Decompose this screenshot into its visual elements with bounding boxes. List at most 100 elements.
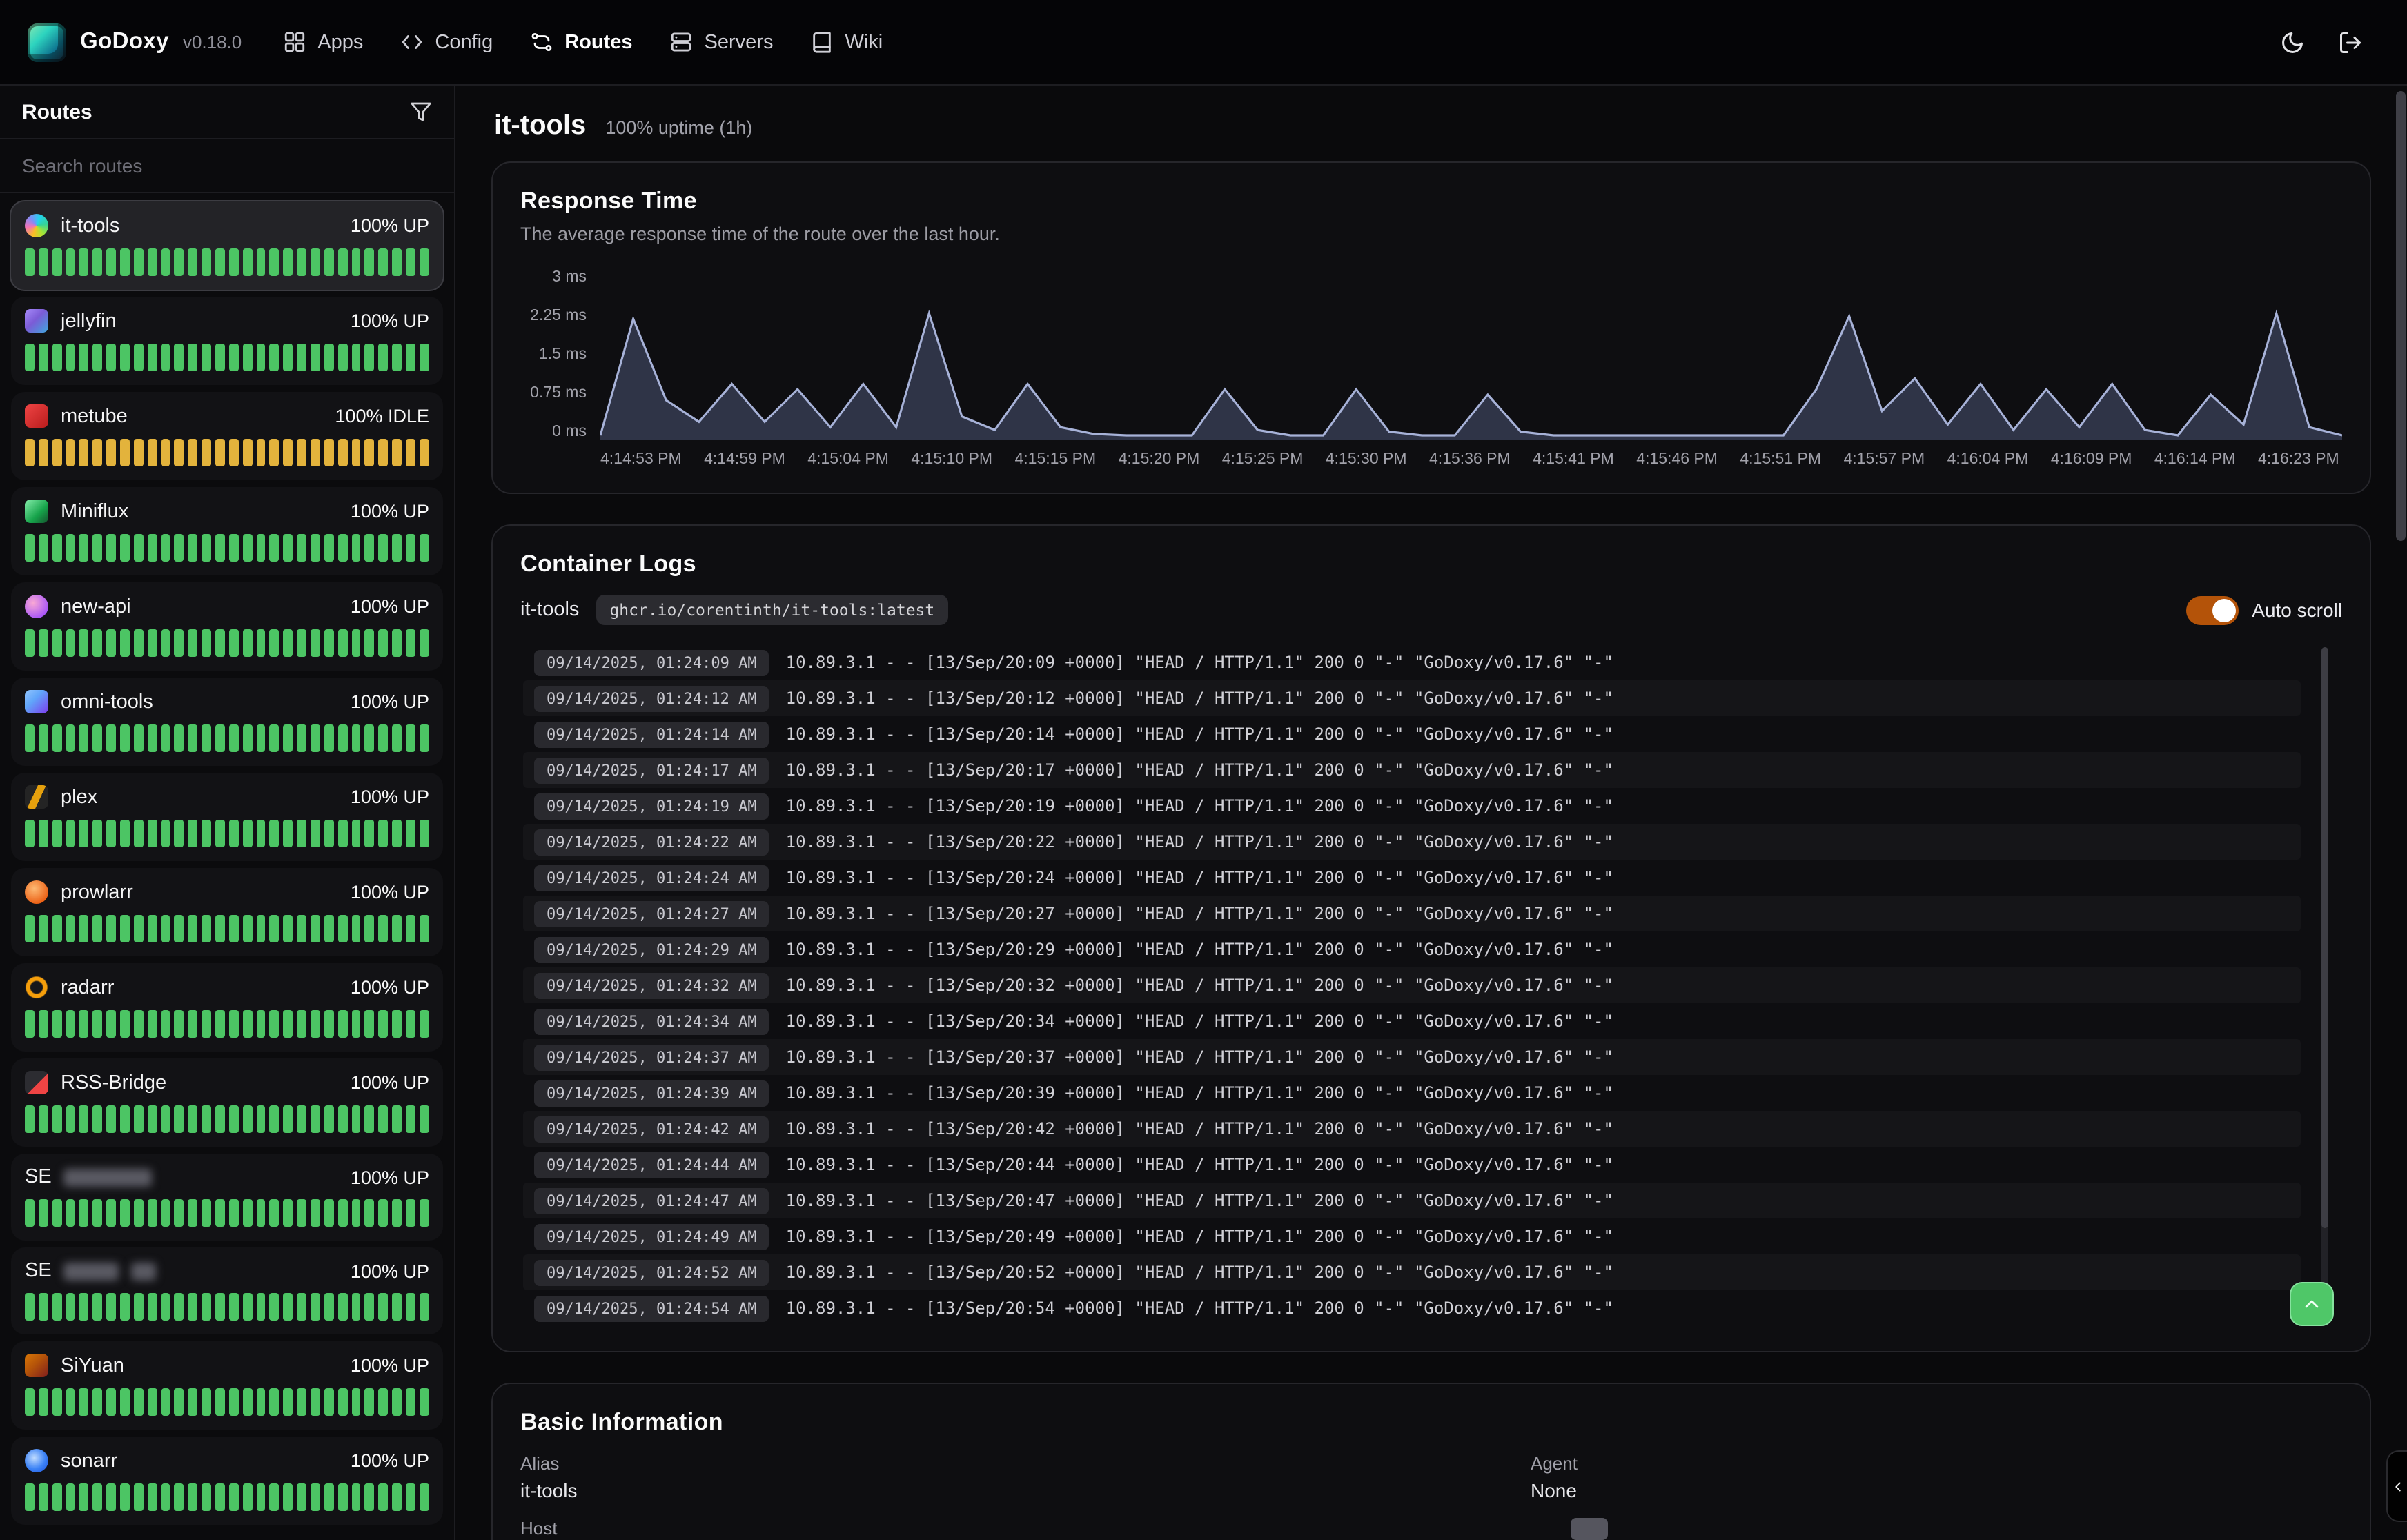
uptime-bar [243, 248, 253, 276]
sidebar-item-prowlarr[interactable]: prowlarr 100% UP [11, 868, 443, 956]
log-timestamp: 09/14/2025, 01:24:27 AM [534, 900, 769, 927]
logout-icon[interactable] [2338, 30, 2363, 55]
uptime-bar [243, 534, 253, 562]
uptime-bar [406, 820, 415, 847]
uptime-bar [215, 820, 225, 847]
uptime-bar [324, 1483, 334, 1511]
uptime-bar [215, 1483, 225, 1511]
page-scrollbar-thumb[interactable] [2396, 91, 2406, 541]
filter-icon[interactable] [410, 101, 432, 123]
uptime-bar [270, 820, 279, 847]
sidebar-item-jellyfin[interactable]: jellyfin 100% UP [11, 297, 443, 385]
sidebar-item-sonarr[interactable]: sonarr 100% UP [11, 1437, 443, 1525]
uptime-bars [25, 1010, 429, 1038]
logs-route-name: it-tools [520, 599, 579, 621]
sidebar-item-miniflux[interactable]: Miniflux 100% UP [11, 487, 443, 575]
uptime-bar [79, 1105, 89, 1133]
uptime-bar [188, 1199, 198, 1227]
response-time-card: Response Time The average response time … [491, 161, 2371, 494]
uptime-bar [365, 629, 375, 657]
nav-item-apps[interactable]: Apps [283, 30, 363, 54]
dark-mode-toggle-moon-icon[interactable] [2280, 30, 2305, 55]
field-value: None [1531, 1479, 2342, 1501]
uptime-bar [175, 439, 184, 466]
uptime-bar [284, 344, 293, 371]
uptime-bar [243, 1388, 253, 1416]
sidebar-item-siyuan[interactable]: SiYuan 100% UP [11, 1341, 443, 1430]
page-title: it-tools [494, 110, 586, 142]
page-header: it-tools 100% uptime (1h) [494, 110, 2371, 142]
uptime-bar [66, 534, 75, 562]
logs-scrollbar-thumb[interactable] [2321, 647, 2328, 1229]
uptime-bar [324, 1293, 334, 1321]
sidebar-item-new-api[interactable]: new-api 100% UP [11, 582, 443, 671]
uptime-bar [215, 1105, 225, 1133]
uptime-bar [79, 1293, 89, 1321]
uptime-bar [351, 1388, 361, 1416]
log-row: 09/14/2025, 01:24:54 AM 10.89.3.1 - - [1… [523, 1290, 2301, 1326]
uptime-bar [39, 248, 48, 276]
nav-item-routes[interactable]: Routes [530, 30, 632, 54]
metube-favicon [25, 404, 48, 428]
brand-name: GoDoxy [80, 29, 169, 55]
uptime-bar [93, 1293, 103, 1321]
uptime-bar [202, 915, 211, 942]
log-message: 10.89.3.1 - - [13/Sep/20:34 +0000] "HEAD… [786, 1011, 1613, 1031]
uptime-bar [39, 344, 48, 371]
uptime-bar [66, 1199, 75, 1227]
uptime-bar [202, 1105, 211, 1133]
scroll-to-top-button[interactable] [2290, 1282, 2334, 1326]
sidebar-item-rss-bridge[interactable]: RSS-Bridge 100% UP [11, 1058, 443, 1147]
uptime-bar [229, 439, 239, 466]
version-label: v0.18.0 [183, 32, 242, 52]
sidebar-item-it-tools[interactable]: it-tools 100% UP [11, 201, 443, 290]
log-timestamp: 09/14/2025, 01:24:34 AM [534, 1008, 769, 1034]
nav-item-config[interactable]: Config [400, 30, 493, 54]
redacted-route-name [132, 1262, 157, 1280]
it-tools-favicon [25, 214, 48, 237]
sidebar-item-plex[interactable]: plex 100% UP [11, 773, 443, 861]
route-name: sonarr [61, 1450, 117, 1472]
uptime-bar [215, 248, 225, 276]
log-message: 10.89.3.1 - - [13/Sep/20:17 +0000] "HEAD… [786, 760, 1613, 780]
uptime-bar [25, 534, 35, 562]
sidebar-item-se[interactable]: SE 100% UP [11, 1154, 443, 1241]
uptime-bar [134, 1105, 144, 1133]
field-label: Host [520, 1518, 1475, 1539]
uptime-bar [188, 1010, 198, 1038]
route-name: SE [25, 1260, 52, 1282]
brand[interactable]: GoDoxy v0.18.0 [28, 23, 242, 61]
search-routes-input[interactable] [0, 139, 454, 192]
logs-scrollbar-track[interactable] [2321, 647, 2328, 1323]
uptime-bar [243, 724, 253, 752]
log-list[interactable]: 09/14/2025, 01:24:09 AM 10.89.3.1 - - [1… [520, 644, 2342, 1326]
auto-scroll-toggle[interactable] [2185, 595, 2238, 624]
sidebar-item-metube[interactable]: metube 100% IDLE [11, 392, 443, 480]
uptime-bar [420, 724, 429, 752]
log-row: 09/14/2025, 01:24:44 AM 10.89.3.1 - - [1… [523, 1147, 2301, 1183]
radarr-favicon [25, 976, 48, 999]
sidebar-item-se[interactable]: SE 100% UP [11, 1247, 443, 1334]
uptime-bar [93, 1199, 103, 1227]
auto-scroll-label: Auto scroll [2252, 599, 2342, 621]
uptime-bar [406, 439, 415, 466]
uptime-bar [297, 1388, 306, 1416]
nav-item-wiki[interactable]: Wiki [810, 30, 883, 54]
uptime-bar [39, 439, 48, 466]
rss-bridge-favicon [25, 1071, 48, 1094]
container-logs-card: Container Logs it-tools ghcr.io/corentin… [491, 524, 2371, 1352]
sidebar-item-omni-tools[interactable]: omni-tools 100% UP [11, 678, 443, 766]
uptime-bar [215, 534, 225, 562]
uptime-bar [202, 1199, 211, 1227]
edge-drawer-handle[interactable] [2386, 1450, 2407, 1522]
nav-item-servers[interactable]: Servers [670, 30, 774, 54]
uptime-bar [420, 1010, 429, 1038]
uptime-bar [338, 1199, 348, 1227]
uptime-bar [52, 629, 61, 657]
uptime-bar [270, 629, 279, 657]
chart-x-axis: 4:14:53 PM4:14:59 PM4:15:04 PM4:15:10 PM… [600, 451, 2339, 468]
uptime-bar [134, 820, 144, 847]
sidebar-item-radarr[interactable]: radarr 100% UP [11, 963, 443, 1052]
uptime-bars [25, 820, 429, 847]
uptime-bar [338, 1293, 348, 1321]
